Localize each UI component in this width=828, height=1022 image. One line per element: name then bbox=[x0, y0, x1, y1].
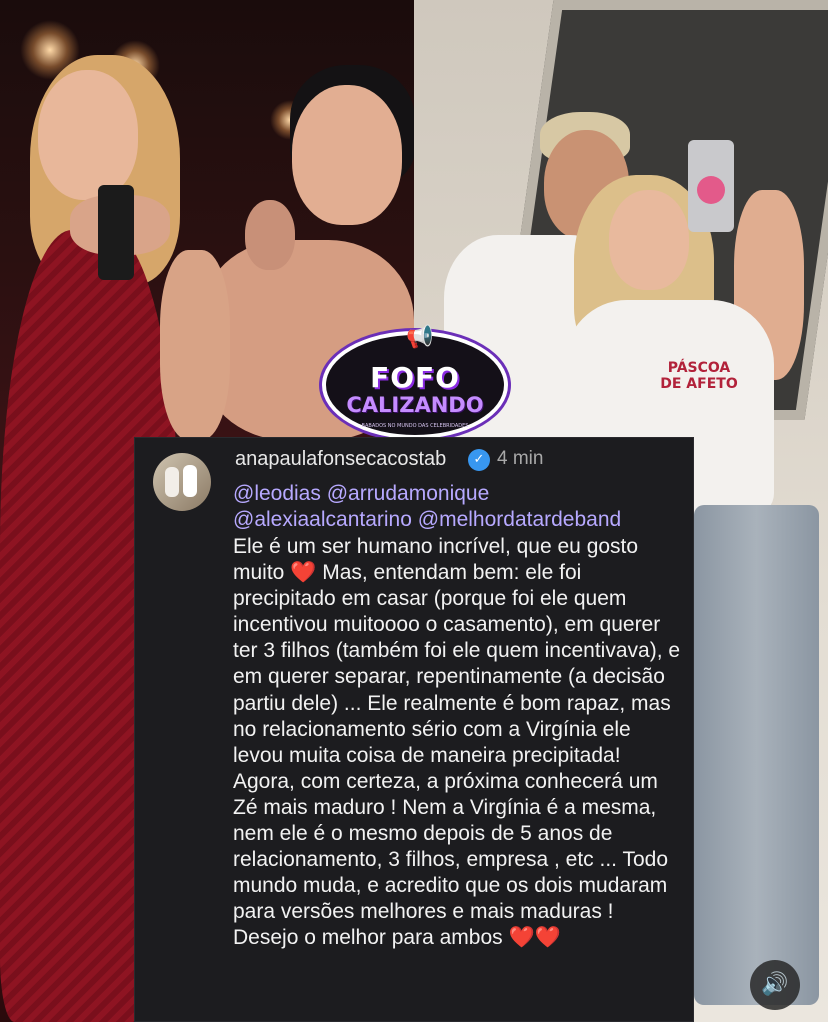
woman-face-right bbox=[609, 190, 689, 290]
comment-body-part2: Mas, entendam bem: ele foi precipitado e… bbox=[233, 561, 681, 950]
fofocalizando-logo: 📢 FOFO CALIZANDO BABADOS NO MUNDO DAS CE… bbox=[322, 325, 508, 439]
shirt-print: PÁSCOA DE AFETO bbox=[659, 360, 739, 392]
logo-tagline: BABADOS NO MUNDO DAS CELEBRIDADES bbox=[361, 423, 469, 429]
heart-icon: ❤️ bbox=[290, 561, 317, 585]
comment-timestamp: 4 min bbox=[497, 448, 544, 469]
raised-arm bbox=[160, 250, 230, 440]
woman-face bbox=[38, 70, 138, 200]
woman-face-2 bbox=[292, 85, 402, 225]
shirt-print-line2: DE AFETO bbox=[660, 376, 738, 392]
comment-card: anapaulafonsecacostab ✓ 4 min @leodias @… bbox=[134, 437, 694, 1022]
comment-body: Ele é um ser humano incrível, que eu gos… bbox=[233, 534, 683, 952]
background-face bbox=[245, 200, 295, 270]
phone bbox=[98, 185, 134, 280]
speaker-icon[interactable]: 🔊 bbox=[750, 960, 800, 1010]
phone-grip bbox=[697, 176, 725, 204]
logo-line2: CALIZANDO bbox=[346, 393, 484, 417]
avatar[interactable] bbox=[153, 453, 211, 511]
logo-line1: FOFO bbox=[370, 361, 460, 394]
comment-username[interactable]: anapaulafonsecacostab bbox=[235, 448, 446, 471]
wide-jeans bbox=[694, 505, 819, 1005]
mentions-line2[interactable]: @alexiaalcantarino @melhordatardeband bbox=[233, 508, 621, 532]
mentions-line1[interactable]: @leodias @arrudamonique bbox=[233, 482, 489, 506]
verified-badge-icon: ✓ bbox=[468, 449, 490, 471]
megaphone-icon: 📢 bbox=[406, 325, 434, 350]
hearts-end: ❤️❤️ bbox=[508, 926, 561, 950]
shirt-print-line1: PÁSCOA bbox=[667, 360, 731, 376]
